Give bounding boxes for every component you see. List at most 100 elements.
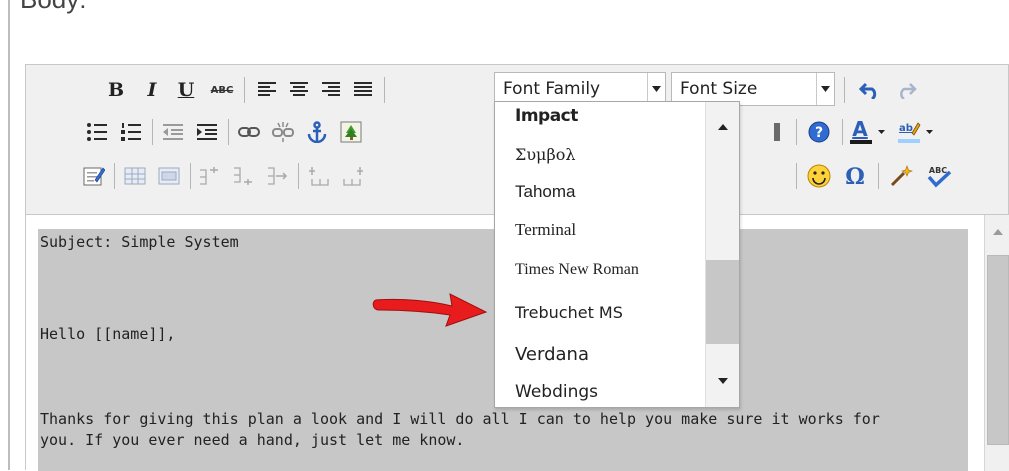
italic-button[interactable]: I xyxy=(138,75,166,105)
spellcheck-icon: ABC xyxy=(927,166,952,188)
media-icon xyxy=(774,123,780,141)
text-color-button[interactable]: A xyxy=(846,117,892,147)
toolbar-separator xyxy=(796,163,797,189)
toolbar-separator xyxy=(114,163,115,189)
outdent-icon xyxy=(163,124,183,140)
cleanup-wand-icon xyxy=(890,165,913,187)
font-dropdown-scrollbar[interactable] xyxy=(705,102,739,407)
numbered-list-button[interactable] xyxy=(116,117,146,147)
svg-text:ABC: ABC xyxy=(929,166,947,175)
font-dropdown-scroll-thumb[interactable] xyxy=(706,260,739,344)
col-before-icon xyxy=(309,167,329,186)
delete-row-button[interactable] xyxy=(262,161,292,191)
bold-button[interactable]: B xyxy=(102,75,130,105)
indent-icon xyxy=(197,124,217,140)
justify-button[interactable] xyxy=(348,75,378,105)
underline-button[interactable]: U xyxy=(172,75,200,105)
toolbar-separator xyxy=(190,163,191,189)
align-right-icon xyxy=(322,82,340,96)
email-body-line: Thanks for giving this plan a look and I… xyxy=(40,410,880,428)
spellcheck-button[interactable]: ABC xyxy=(922,161,956,191)
anchor-button[interactable] xyxy=(302,117,332,147)
font-option-webdings[interactable]: Webdings xyxy=(515,374,598,407)
bullet-list-icon xyxy=(87,123,107,141)
font-option-impact[interactable]: Impact xyxy=(515,102,578,134)
insert-col-before-button[interactable] xyxy=(304,161,334,191)
strikethrough-button[interactable]: ABC xyxy=(206,75,238,105)
emoticon-icon xyxy=(807,164,831,188)
underline-icon: U xyxy=(177,79,195,101)
bullet-list-button[interactable] xyxy=(82,117,112,147)
toolbar-separator xyxy=(844,77,845,103)
strikethrough-icon: ABC xyxy=(210,84,234,96)
toolbar-separator xyxy=(298,163,299,189)
outdent-button[interactable] xyxy=(158,117,188,147)
font-size-value: Font Size xyxy=(680,79,758,99)
delete-row-icon xyxy=(268,167,288,185)
align-right-button[interactable] xyxy=(316,75,346,105)
font-option-verdana[interactable]: Verdana xyxy=(515,336,589,372)
special-char-button[interactable]: Ω xyxy=(838,161,872,191)
row-after-icon xyxy=(234,167,252,185)
email-body-line: you. If you ever need a hand, just let m… xyxy=(40,431,465,449)
body-section-label: Body: xyxy=(20,0,87,15)
email-greeting-line: Hello [[name]], xyxy=(40,325,176,343)
insert-row-before-button[interactable] xyxy=(194,161,224,191)
scroll-up-icon[interactable] xyxy=(718,124,728,130)
cleanup-button[interactable] xyxy=(884,161,918,191)
justify-icon xyxy=(354,82,372,96)
align-center-button[interactable] xyxy=(284,75,314,105)
insert-table-button[interactable] xyxy=(120,161,150,191)
italic-icon: I xyxy=(147,79,157,101)
table-icon xyxy=(124,167,146,185)
toolbar-separator xyxy=(384,77,385,103)
row-before-icon xyxy=(200,167,218,185)
unlink-button[interactable] xyxy=(268,117,298,147)
font-option-terminal[interactable]: Terminal xyxy=(515,212,576,248)
help-icon: ? xyxy=(808,121,830,143)
scroll-down-icon[interactable] xyxy=(718,378,728,384)
toolbar-separator xyxy=(796,119,797,145)
svg-text:A: A xyxy=(852,119,868,141)
font-option-symbol[interactable]: Συμβολ xyxy=(515,136,575,172)
unlink-icon xyxy=(272,122,294,142)
font-option-times-new-roman[interactable]: Times New Roman xyxy=(515,252,639,288)
edit-html-icon xyxy=(83,167,105,186)
editor-scroll-thumb[interactable] xyxy=(987,255,1009,445)
font-option-tahoma[interactable]: Tahoma xyxy=(515,174,575,210)
help-button[interactable]: ? xyxy=(802,117,836,147)
text-color-icon: A xyxy=(850,119,885,144)
bold-icon: B xyxy=(107,79,125,101)
insert-row-after-button[interactable] xyxy=(228,161,258,191)
table-properties-button[interactable] xyxy=(154,161,184,191)
indent-button[interactable] xyxy=(192,117,222,147)
chevron-down-icon[interactable] xyxy=(816,73,834,105)
svg-text:Ω: Ω xyxy=(845,164,865,188)
partial-toolbar-button[interactable] xyxy=(766,117,792,147)
align-left-icon xyxy=(258,82,276,96)
col-after-icon xyxy=(343,167,363,186)
toolbar-separator xyxy=(152,119,153,145)
scroll-up-icon[interactable] xyxy=(993,229,1003,235)
insert-image-button[interactable] xyxy=(336,117,366,147)
redo-button[interactable] xyxy=(890,75,922,105)
font-family-dropdown[interactable]: Impact Συμβολ Tahoma Terminal Times New … xyxy=(494,101,740,408)
toolbar-separator xyxy=(878,163,879,189)
left-divider xyxy=(8,0,10,470)
highlight-color-button[interactable]: ab xyxy=(894,117,940,147)
editor-scrollbar[interactable] xyxy=(984,215,1009,471)
font-option-trebuchet-ms[interactable]: Trebuchet MS xyxy=(515,294,623,330)
emoticon-button[interactable] xyxy=(802,161,836,191)
anchor-icon xyxy=(307,121,327,143)
redo-icon xyxy=(900,83,917,99)
toolbar-separator xyxy=(228,119,229,145)
insert-col-after-button[interactable] xyxy=(338,161,368,191)
link-icon xyxy=(238,127,260,137)
undo-button[interactable] xyxy=(854,75,886,105)
insert-link-button[interactable] xyxy=(234,117,264,147)
edit-html-button[interactable] xyxy=(78,161,110,191)
font-family-value: Font Family xyxy=(503,79,601,99)
align-left-button[interactable] xyxy=(252,75,282,105)
align-center-icon xyxy=(290,82,308,96)
toolbar-separator xyxy=(842,119,843,145)
